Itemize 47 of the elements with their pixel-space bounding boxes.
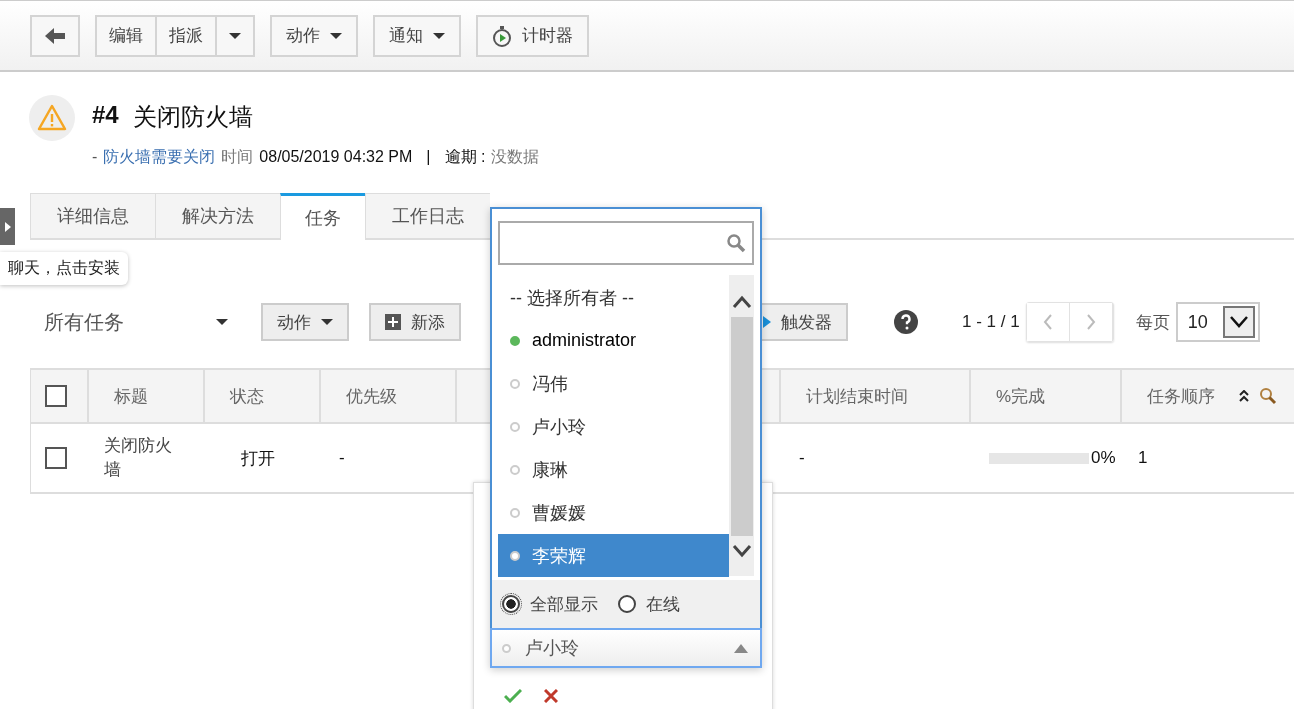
tab[interactable]: 详细信息 <box>30 193 155 240</box>
percent-text: 0% <box>1091 448 1116 468</box>
ticket-title: 关闭防火墙 <box>132 102 253 132</box>
assign-button[interactable]: 指派 <box>157 14 217 57</box>
table-cell-text: - <box>338 447 346 469</box>
actions-button[interactable]: 动作 <box>270 14 358 57</box>
table-header-cell[interactable]: 计划结束时间 <box>781 370 971 424</box>
notify-button[interactable]: 通知 <box>373 14 461 57</box>
owner-option[interactable]: 冯伟 <box>498 362 729 405</box>
new-button[interactable]: 新添 <box>369 303 461 341</box>
edit-button[interactable]: 编辑 <box>95 14 157 57</box>
actions-button[interactable]: 动作 <box>261 303 349 341</box>
table-header-cell[interactable]: 状态 <box>205 370 321 424</box>
owner-option[interactable]: 康琳 <box>498 448 729 491</box>
tab[interactable]: 工作日志 <box>365 193 490 240</box>
time-label: 时间 <box>221 147 254 167</box>
description-link[interactable]: 防火墙需要关闭 <box>103 147 216 168</box>
view-select[interactable]: 所有任务 <box>44 308 228 336</box>
ticket-number: #4 <box>92 101 119 130</box>
tab[interactable]: 任务 <box>280 193 365 240</box>
table-cell-text: 关闭防火墙 <box>103 435 173 481</box>
per-page-label: 每页 <box>1135 311 1170 334</box>
radio-option[interactable]: 在线 <box>618 592 680 616</box>
owner-select[interactable]: 卢小玲 <box>490 628 762 668</box>
page-range: 1 - 1 / 1 <box>962 312 1020 332</box>
owner-option[interactable]: -- 选择所有者 -- <box>498 276 729 319</box>
tab[interactable]: 解决方法 <box>155 193 280 240</box>
time-value: 08/05/2019 04:32 PM <box>259 148 413 166</box>
chat-tooltip: 聊天，点击安装 <box>0 252 128 285</box>
table-cell-text: - <box>798 447 806 469</box>
owner-option[interactable]: 曹媛媛 <box>498 491 729 534</box>
table-cell-text: 打开 <box>240 447 276 470</box>
separator: | <box>426 148 431 166</box>
due-label: 逾期 : <box>444 147 486 167</box>
owner-option[interactable]: 卢小玲 <box>498 405 729 448</box>
owner-option[interactable]: administrator <box>498 319 729 362</box>
table-cell-text: 1 <box>1137 447 1149 469</box>
due-value: 没数据 <box>491 147 540 167</box>
per-page-select[interactable]: 10 <box>1175 302 1260 342</box>
table-header-cell[interactable]: 优先级 <box>321 370 457 424</box>
radio-option[interactable]: 全部显示 <box>502 592 598 616</box>
owner-option[interactable]: 李荣辉 <box>498 534 729 577</box>
table-header-cell[interactable]: 标题 <box>89 370 205 424</box>
subtitle-dash: - <box>92 148 98 166</box>
table-header-cell[interactable]: %完成 <box>971 370 1122 424</box>
timer-button[interactable]: 计时器 <box>476 14 589 57</box>
table-header-cell[interactable]: 任务顺序 <box>1122 370 1294 424</box>
